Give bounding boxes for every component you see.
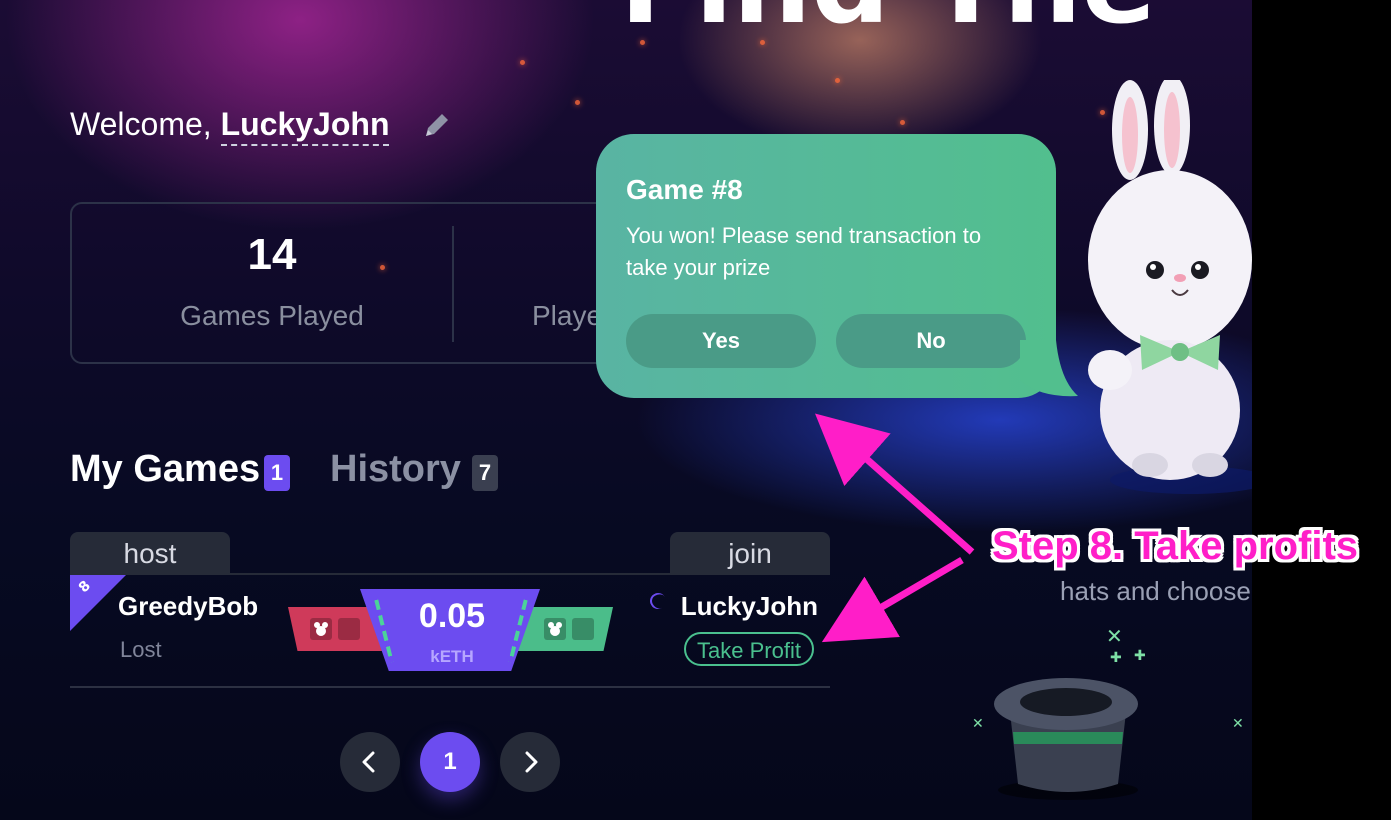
no-button[interactable]: No	[836, 314, 1026, 368]
bet-value: 0.05	[418, 597, 486, 635]
rabbit-face-icon	[310, 618, 332, 640]
sparkle-icon: ✚	[1110, 650, 1122, 666]
sparkle-icon: ✕	[1232, 716, 1244, 732]
pot-amount: 0.05 kETH	[372, 589, 528, 671]
stats-panel: 14 Games Played Playe	[70, 202, 684, 364]
spark-decoration	[835, 78, 840, 83]
spark-decoration	[900, 120, 905, 125]
join-column-header: join	[670, 532, 830, 574]
prev-page-button[interactable]	[340, 732, 400, 792]
dialog-message: You won! Please send transaction to take…	[626, 223, 982, 280]
join-name: LuckyJohn	[680, 591, 818, 621]
bunny-mascot-illustration	[1088, 80, 1252, 494]
my-games-count-badge: 1	[264, 455, 290, 491]
welcome-text: Welcome, LuckyJohn	[70, 106, 390, 146]
empty-slot-icon	[338, 618, 360, 640]
spark-decoration	[575, 100, 580, 105]
welcome-prefix: Welcome,	[70, 106, 212, 142]
sparkle-icon: ✕	[1106, 624, 1123, 648]
dialog-tail	[1020, 340, 1078, 397]
dialog-title: Game #8	[626, 174, 743, 205]
host-status: Lost	[120, 637, 162, 662]
bet-unit: kETH	[430, 647, 474, 666]
chevron-right-icon	[525, 751, 538, 773]
tab-my-games[interactable]: My Games	[70, 448, 260, 491]
stat-value: 14	[247, 230, 297, 279]
banner-title: Find The	[620, 0, 1156, 48]
rabbit-face-icon	[544, 618, 566, 640]
loading-spinner-icon	[647, 590, 669, 612]
stat-games-played: 14 Games Played	[72, 204, 452, 362]
host-name: GreedyBob	[118, 591, 259, 621]
divider	[70, 686, 830, 688]
chevron-left-icon	[362, 751, 375, 773]
stat-label: Games Played	[180, 300, 364, 331]
game-lobby-background: Find The Welcome, LuckyJohn 14 Games Pla…	[0, 0, 1252, 820]
table-row[interactable]: 8 GreedyBob Lost 0.05 kETH LuckyJohn Tak…	[70, 575, 830, 685]
empty-slot-icon	[572, 618, 594, 640]
username[interactable]: LuckyJohn	[220, 106, 390, 146]
game-result-dialog: Game #8 You won! Please send transaction…	[596, 134, 1056, 398]
stat-label: Playe	[532, 300, 603, 331]
take-profit-button[interactable]: Take Profit	[684, 632, 814, 666]
edit-pencil-icon[interactable]	[420, 108, 454, 142]
next-page-button[interactable]	[500, 732, 560, 792]
sparkle-icon: ✚	[1134, 648, 1146, 664]
host-column-header: host	[70, 532, 230, 574]
sparkle-icon: ✕	[972, 716, 984, 732]
joiner-bet-plate	[518, 607, 613, 651]
tutorial-step-label: Step 8. Take profits	[992, 524, 1359, 568]
magic-hat-illustration	[994, 678, 1138, 800]
history-count-badge: 7	[472, 455, 498, 491]
stat-divider	[452, 226, 454, 342]
side-description: hats and choose	[1060, 576, 1251, 606]
spark-decoration	[520, 60, 525, 65]
current-page-button[interactable]: 1	[420, 732, 480, 792]
tab-history[interactable]: History	[330, 448, 461, 491]
yes-button[interactable]: Yes	[626, 314, 816, 368]
